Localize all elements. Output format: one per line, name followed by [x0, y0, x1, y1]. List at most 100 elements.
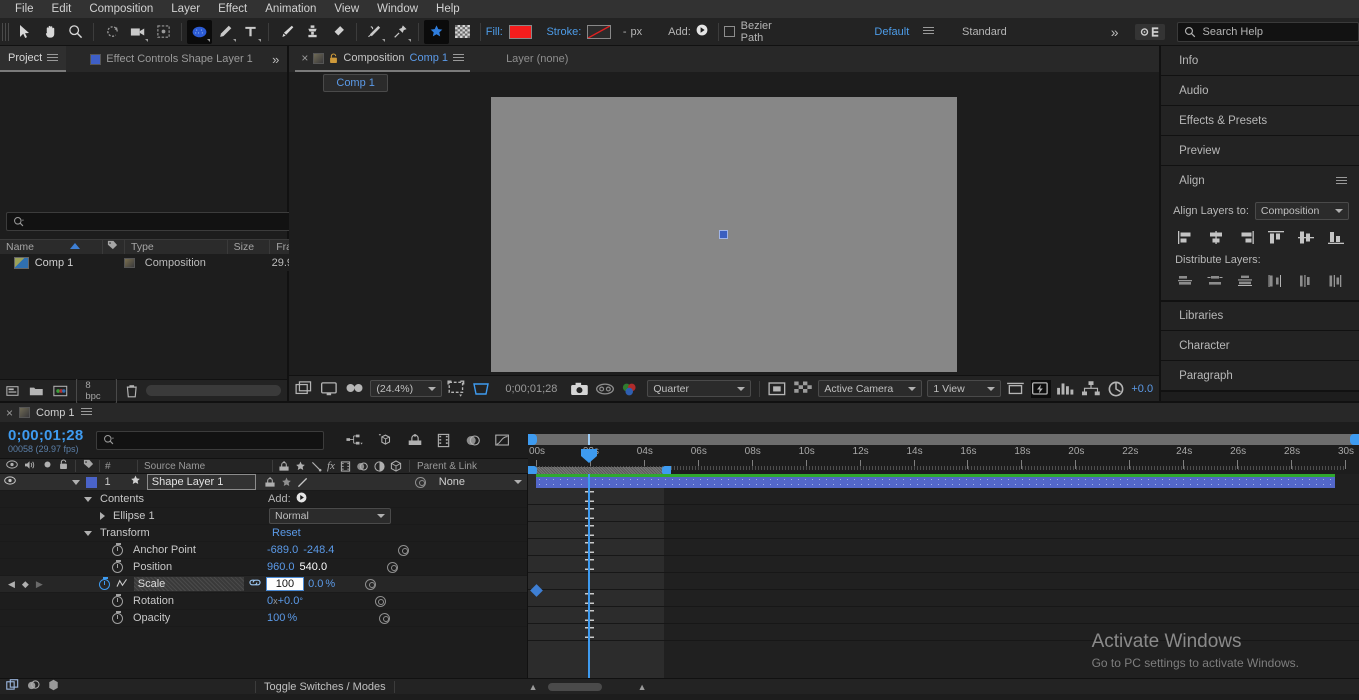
distribute-left-button[interactable]	[1265, 272, 1287, 290]
distribute-bottom-button[interactable]	[1235, 272, 1257, 290]
bezier-path-checkbox[interactable]	[723, 26, 735, 37]
timeline-hscroll-left-icon[interactable]: ▲	[529, 682, 538, 692]
eye-icon[interactable]	[6, 460, 18, 472]
distribute-center-horizontal-button[interactable]	[1295, 272, 1317, 290]
align-left-button[interactable]	[1175, 228, 1197, 246]
composition-canvas[interactable]	[491, 97, 958, 372]
parent-link-column[interactable]: Parent & Link	[417, 461, 477, 472]
pan-behind-tool-icon[interactable]	[150, 20, 176, 44]
zoom-level-select[interactable]: (24.4%)	[370, 380, 443, 397]
menu-item-edit[interactable]: Edit	[43, 0, 81, 18]
panel-align-header[interactable]: Align	[1161, 166, 1359, 196]
workspace-default[interactable]: Default	[874, 26, 909, 38]
scale-graph-icon[interactable]	[116, 578, 128, 591]
viewer-panel-menu-icon[interactable]	[453, 53, 465, 63]
bit-depth-button[interactable]: 8 bpc	[76, 377, 117, 404]
timeline-tab-label[interactable]: Comp 1	[36, 407, 75, 419]
position-expression-icon[interactable]	[387, 561, 399, 573]
blend-mode-select[interactable]: Normal	[269, 508, 391, 524]
toolbar-grip[interactable]	[2, 22, 10, 41]
layer-name-input[interactable]: Shape Layer 1	[146, 474, 256, 490]
hand-tool-icon[interactable]	[37, 20, 63, 44]
show-snapshot-icon[interactable]	[595, 380, 615, 398]
distribute-right-button[interactable]	[1325, 272, 1347, 290]
align-bottom-button[interactable]	[1325, 228, 1347, 246]
timeline-hscroll-right-icon[interactable]: ▲	[638, 682, 647, 692]
delete-icon[interactable]	[125, 384, 139, 398]
align-top-button[interactable]	[1265, 228, 1287, 246]
distribute-top-button[interactable]	[1175, 272, 1197, 290]
scale-link-icon[interactable]	[248, 578, 262, 590]
timeline-track-area[interactable]	[528, 474, 1359, 678]
property-row-transform[interactable]: Transform Reset	[0, 525, 527, 542]
pixel-aspect-correction-icon[interactable]	[1006, 380, 1026, 398]
project-tabs-overflow-icon[interactable]: »	[272, 52, 279, 67]
new-composition-icon[interactable]	[53, 384, 68, 398]
interpret-footage-icon[interactable]	[6, 384, 21, 398]
timeline-navigator[interactable]	[528, 434, 1359, 445]
rotation-expression-icon[interactable]	[374, 595, 386, 607]
resolution-region-icon[interactable]	[447, 380, 467, 398]
timeline-close-icon[interactable]: ×	[6, 406, 13, 420]
work-area-bar[interactable]	[536, 467, 664, 474]
time-ruler[interactable]: 00s02s04s06s08s10s12s14s16s18s20s22s24s2…	[528, 445, 1359, 475]
layer-label-color[interactable]	[85, 476, 98, 488]
pen-tool-icon[interactable]	[212, 20, 238, 44]
keyframe-next-icon[interactable]: ▶	[36, 579, 43, 590]
anchor-point-expression-icon[interactable]	[398, 544, 410, 556]
eraser-tool-icon[interactable]	[325, 20, 351, 44]
distribute-center-vertical-button[interactable]	[1205, 272, 1227, 290]
motion-blur-switch-icon[interactable]	[356, 461, 369, 472]
main-viewer-icon[interactable]	[320, 380, 340, 398]
close-icon[interactable]: ×	[301, 51, 308, 65]
workspace-menu-icon[interactable]	[923, 27, 935, 36]
position-x-value[interactable]: 960.0	[267, 561, 295, 573]
align-panel-menu-icon[interactable]	[1336, 176, 1347, 186]
align-center-horizontal-button[interactable]	[1205, 228, 1227, 246]
navigator-end-handle[interactable]	[1350, 434, 1359, 445]
brush-tool-icon[interactable]	[274, 20, 300, 44]
menu-item-composition[interactable]: Composition	[80, 0, 162, 18]
rotation-stopwatch-icon[interactable]	[112, 593, 123, 607]
property-row-scale[interactable]: ◀ ◆ ▶ Scale 100 0.0 %	[0, 576, 527, 593]
draft-3d-icon[interactable]	[376, 433, 394, 448]
layer-visibility-icon[interactable]	[4, 476, 19, 488]
shape-layer-preview[interactable]	[719, 229, 729, 239]
source-name-column[interactable]: Source Name	[144, 461, 272, 472]
camera-tool-icon[interactable]	[125, 20, 151, 44]
current-time-display[interactable]: 0;00;01;28 00058 (29.97 fps)	[0, 427, 96, 454]
panel-audio[interactable]: Audio	[1161, 76, 1359, 106]
stroke-width-value[interactable]: -	[623, 26, 627, 38]
rotation-degrees[interactable]: +0.0	[278, 595, 300, 607]
transform-expand-triangle[interactable]	[84, 530, 92, 536]
parent-select[interactable]: None	[434, 474, 527, 490]
timeline-graph-icon[interactable]	[1056, 380, 1076, 398]
align-center-vertical-button[interactable]	[1295, 228, 1317, 246]
panel-preview[interactable]: Preview	[1161, 136, 1359, 166]
table-row[interactable]: Comp 1 Composition 29.97	[0, 254, 320, 271]
exposure-reset-icon[interactable]	[1106, 380, 1126, 398]
search-help-input[interactable]: Search Help	[1203, 26, 1264, 38]
project-panel-menu-icon[interactable]	[47, 53, 59, 63]
property-row-contents[interactable]: Contents Add:	[0, 491, 527, 508]
toggle-transparency-grid-icon[interactable]	[768, 380, 788, 398]
layer-shy-icon[interactable]	[264, 476, 276, 488]
property-row-opacity[interactable]: Opacity 100 %	[0, 610, 527, 627]
zoom-tool-icon[interactable]	[63, 20, 89, 44]
opacity-expression-icon[interactable]	[379, 612, 391, 624]
add-menu-icon[interactable]	[696, 24, 708, 39]
scale-value2[interactable]: 0.0	[308, 578, 323, 590]
timeline-motion-blur-icon[interactable]	[27, 679, 40, 694]
text-tool-icon[interactable]	[238, 20, 264, 44]
timeline-panel-menu-icon[interactable]	[80, 408, 92, 417]
panel-paragraph[interactable]: Paragraph	[1161, 361, 1359, 391]
scale-stopwatch-icon[interactable]	[98, 576, 110, 590]
panel-info[interactable]: Info	[1161, 46, 1359, 76]
menu-item-window[interactable]: Window	[368, 0, 427, 18]
audio-icon[interactable]	[24, 460, 36, 473]
position-y-value[interactable]: 540.0	[300, 561, 328, 573]
clone-stamp-tool-icon[interactable]	[300, 20, 326, 44]
align-target-select[interactable]: Composition	[1254, 202, 1349, 220]
anchor-point-x-value[interactable]: -689.0	[267, 544, 298, 556]
breadcrumb[interactable]: Comp 1	[323, 74, 388, 92]
